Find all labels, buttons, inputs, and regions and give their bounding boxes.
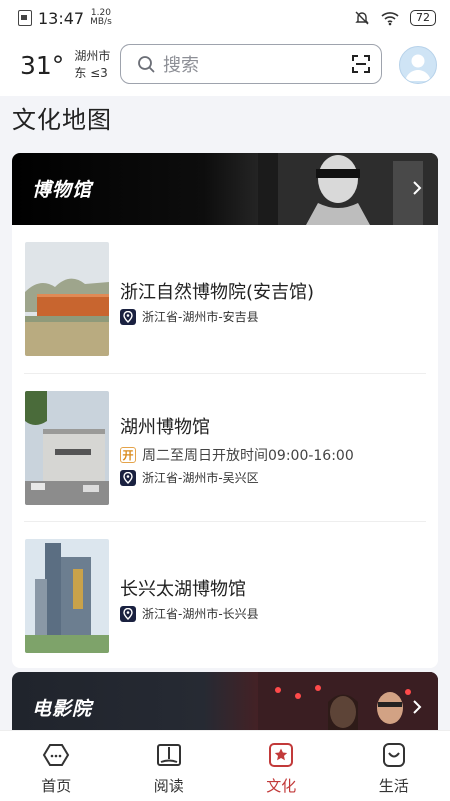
museum-location: 浙江省-湖州市-吴兴区 <box>120 469 259 486</box>
museum-name: 浙江自然博物院(安吉馆) <box>120 278 314 304</box>
nav-item-home[interactable]: 首页 <box>0 731 113 801</box>
museum-location: 浙江省-湖州市-安吉县 <box>120 308 259 325</box>
battery-indicator: 72 <box>410 10 436 26</box>
list-item[interactable]: 湖州博物馆 开 周二至周日开放时间09:00-16:00 浙江省-湖州市-吴兴区 <box>24 391 426 507</box>
culture-icon <box>267 741 295 769</box>
avatar[interactable] <box>399 46 437 84</box>
location-pin-icon <box>120 309 136 325</box>
museum-thumbnail <box>25 391 109 505</box>
scan-icon[interactable] <box>351 54 371 74</box>
status-time: 13:47 <box>38 9 84 28</box>
divider <box>24 373 426 374</box>
user-avatar-icon <box>400 47 436 83</box>
bottom-nav: 首页 阅读 文化 生活 <box>0 730 450 801</box>
book-icon <box>155 741 183 769</box>
temperature: 31° <box>20 51 64 80</box>
museum-name: 湖州博物馆 <box>120 413 210 439</box>
home-icon <box>42 741 70 769</box>
museum-thumbnail <box>25 242 109 356</box>
wind-info: 东 ≤3 <box>74 65 110 82</box>
chevron-right-icon[interactable] <box>412 699 422 715</box>
museum-section-title: 博物馆 <box>32 175 92 202</box>
status-bar: 13:47 1.20 MB/s 72 <box>0 0 450 36</box>
mute-bell-icon <box>354 10 370 26</box>
museum-hours: 开 周二至周日开放时间09:00-16:00 <box>120 445 354 465</box>
page-title: 文化地图 <box>12 100 112 135</box>
museum-thumbnail <box>25 539 109 653</box>
nav-item-reading[interactable]: 阅读 <box>113 731 226 801</box>
cinema-section-title: 电影院 <box>32 694 92 721</box>
nav-item-life[interactable]: 生活 <box>338 731 450 801</box>
sim-card-icon <box>18 10 32 26</box>
city-name: 湖州市 <box>74 48 110 65</box>
list-item[interactable]: 长兴太湖博物馆 浙江省-湖州市-长兴县 <box>24 539 426 655</box>
life-icon <box>380 741 408 769</box>
statue-banner-image <box>258 153 438 225</box>
list-item[interactable]: 浙江自然博物院(安吉馆) 浙江省-湖州市-安吉县 <box>24 242 426 358</box>
top-bar: 31° 湖州市 东 ≤3 搜索 <box>0 36 450 96</box>
divider <box>24 521 426 522</box>
museum-section-header[interactable]: 博物馆 <box>12 153 438 225</box>
museum-name: 长兴太湖博物馆 <box>120 575 246 601</box>
search-placeholder: 搜索 <box>163 51 199 77</box>
search-icon <box>137 55 155 73</box>
network-speed: 1.20 MB/s <box>90 9 112 27</box>
location-pin-icon <box>120 470 136 486</box>
location-pin-icon <box>120 606 136 622</box>
nav-item-culture[interactable]: 文化 <box>225 731 338 801</box>
wifi-icon <box>380 10 400 26</box>
search-input[interactable]: 搜索 <box>120 44 382 84</box>
museum-section-card: 博物馆 浙江自然博物院(安吉馆) 浙江省-湖州市-安吉县 <box>12 153 438 668</box>
open-hours-icon: 开 <box>120 447 136 463</box>
chevron-right-icon[interactable] <box>412 180 422 196</box>
weather-widget[interactable]: 31° 湖州市 东 ≤3 <box>20 48 110 82</box>
museum-location: 浙江省-湖州市-长兴县 <box>120 605 259 622</box>
